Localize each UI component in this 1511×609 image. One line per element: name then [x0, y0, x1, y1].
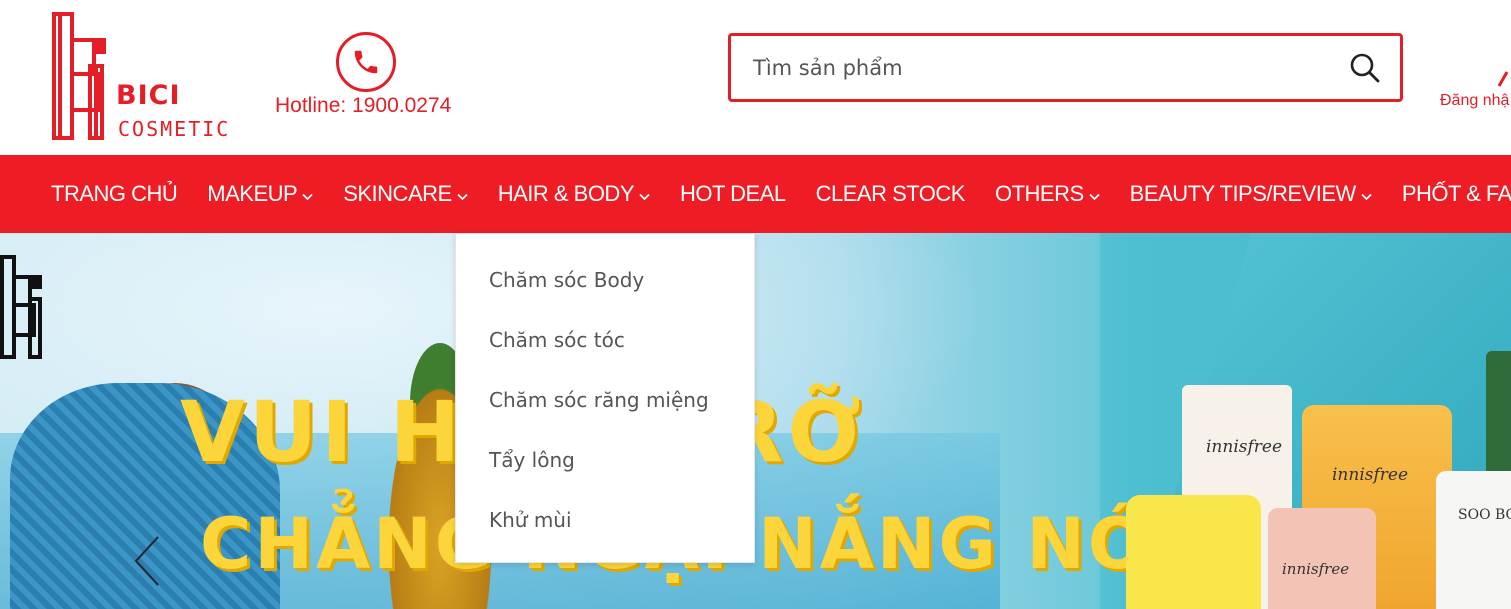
dropdown-item[interactable]: Tẩy lông — [456, 430, 754, 490]
brand-logo[interactable]: BICI COSMETIC — [50, 10, 240, 142]
banner-logo — [0, 255, 42, 359]
nav-item-ph-t-fake[interactable]: PHỐT & FAKE — [1402, 181, 1511, 207]
dropdown-item[interactable]: Khử mùi — [456, 490, 754, 550]
product-image: SOO BO — [1436, 471, 1511, 609]
product-brand: innisfree — [1206, 437, 1283, 457]
user-icon[interactable] — [1497, 68, 1511, 88]
dropdown-item[interactable]: Chăm sóc răng miệng — [456, 370, 754, 430]
nav-item-hot-deal[interactable]: HOT DEAL — [680, 181, 786, 207]
nav-item-label: CLEAR STOCK — [815, 181, 966, 206]
chevron-down-icon — [1089, 181, 1100, 207]
nav-item-trang-ch[interactable]: TRANG CHỦ — [51, 181, 178, 207]
search-icon — [1350, 53, 1380, 83]
product-image — [1126, 495, 1261, 609]
brand-logo-mark — [52, 12, 106, 140]
site-header: BICI COSMETIC Hotline: 1900.0274 Đăng nh… — [0, 0, 1511, 155]
nav-item-label: OTHERS — [994, 181, 1084, 206]
nav-item-label: TRANG CHỦ — [51, 181, 178, 206]
nav-item-label: PHỐT & FAKE — [1401, 181, 1511, 206]
search-box — [728, 33, 1403, 102]
brand-name: BICI — [116, 80, 181, 111]
nav-item-label: MAKEUP — [207, 181, 298, 206]
hotline-text: Hotline: 1900.0274 — [275, 94, 452, 117]
chevron-down-icon — [639, 181, 650, 207]
hero-banner[interactable]: VUI HỪNG RỠ CHẲNG NGẠI NẮNG NÓNG innisfr… — [0, 233, 1511, 609]
main-nav: TRANG CHỦ MAKEUP SKINCARE HAIR & BODY HOT DE… — [0, 155, 1511, 233]
brand-subtitle: COSMETIC — [118, 117, 231, 141]
nav-item-label: HAIR & BODY — [497, 181, 635, 206]
nav-item-label: BEAUTY TIPS/REVIEW — [1129, 181, 1357, 206]
chevron-left-icon — [134, 536, 159, 586]
product-brand: SOO BO — [1458, 507, 1511, 523]
nav-item-beauty-tips-review[interactable]: BEAUTY TIPS/REVIEW — [1130, 181, 1372, 207]
nav-item-makeup[interactable]: MAKEUP — [207, 181, 313, 207]
nav-item-skincare[interactable]: SKINCARE — [343, 181, 468, 207]
login-link[interactable]: Đăng nhậ — [1440, 92, 1509, 110]
product-brand: innisfree — [1332, 465, 1409, 485]
search-button[interactable] — [1348, 51, 1382, 85]
nav-item-others[interactable]: OTHERS — [995, 181, 1100, 207]
hotline[interactable]: Hotline: 1900.0274 — [270, 32, 470, 122]
nav-item-label: SKINCARE — [343, 181, 452, 206]
product-image: innisfree — [1268, 508, 1376, 609]
search-input[interactable] — [753, 48, 1313, 88]
nav-item-clear-stock[interactable]: CLEAR STOCK — [815, 181, 966, 207]
dropdown-item[interactable]: Chăm sóc Body — [456, 250, 754, 310]
dropdown-item[interactable]: Chăm sóc tóc — [456, 310, 754, 370]
hair-body-dropdown: Chăm sóc Body Chăm sóc tóc Chăm sóc răng m… — [455, 233, 755, 563]
chevron-down-icon — [1361, 181, 1372, 207]
chevron-down-icon — [302, 181, 313, 207]
nav-list: TRANG CHỦ MAKEUP SKINCARE HAIR & BODY HOT DE… — [0, 155, 1511, 233]
banner-prev-button[interactable] — [130, 533, 170, 593]
nav-item-hair-body[interactable]: HAIR & BODY — [498, 181, 650, 207]
phone-icon — [336, 32, 396, 92]
chevron-down-icon — [457, 181, 468, 207]
nav-item-label: HOT DEAL — [680, 181, 786, 206]
product-brand: innisfree — [1282, 560, 1350, 578]
